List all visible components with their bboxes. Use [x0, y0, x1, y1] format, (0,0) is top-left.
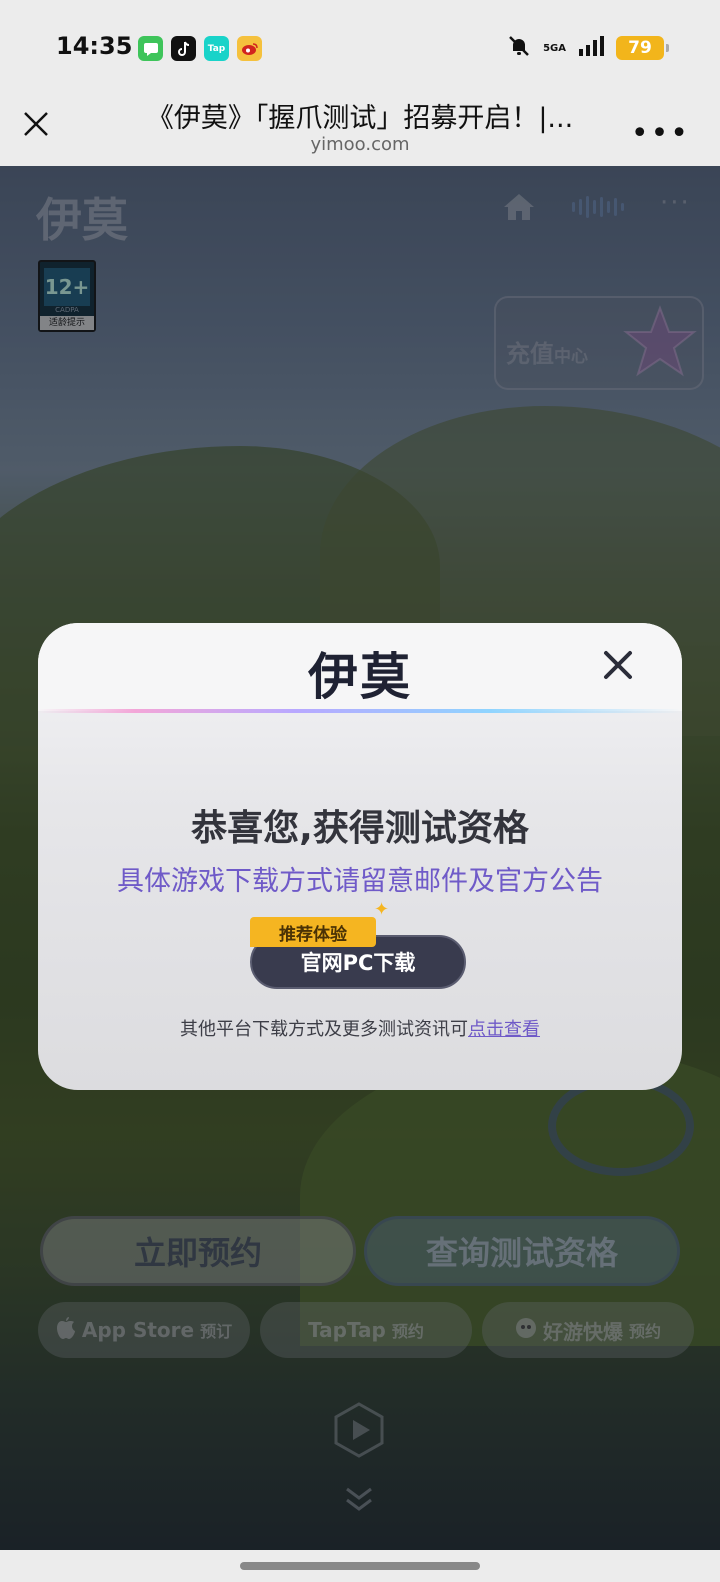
page-title: 《伊莫》「握爪测试」招募开启！|... [146, 103, 574, 134]
modal-close-icon[interactable] [602, 649, 634, 681]
battery-indicator: 79 [616, 36, 669, 60]
status-right: 5GA 79 [507, 34, 669, 62]
network-type: 5GA [543, 42, 566, 54]
notification-app-icons: Tap [138, 36, 262, 61]
browser-header: 《伊莫》「握爪测试」招募开启！|... yimoo.com ••• [0, 88, 720, 166]
home-indicator[interactable] [240, 1562, 480, 1570]
footer-text: 其他平台下载方式及更多测试资讯可 [180, 1019, 468, 1040]
modal-subtitle: 具体游戏下载方式请留意邮件及官方公告 [117, 866, 603, 897]
rainbow-divider [38, 709, 682, 713]
message-icon [138, 36, 163, 61]
status-bar: 14:35 Tap 5GA 79 [0, 0, 720, 88]
recommended-tag: 推荐体验 [250, 917, 376, 947]
taptap-icon: Tap [204, 36, 229, 61]
more-options-icon[interactable]: ••• [631, 116, 690, 151]
modal-title: 恭喜您,获得测试资格 [191, 808, 529, 849]
system-navigation-bar [0, 1550, 720, 1582]
mute-bell-icon [507, 34, 531, 62]
tiktok-icon [171, 36, 196, 61]
modal-footer: 其他平台下载方式及更多测试资讯可点击查看 [38, 1015, 682, 1041]
status-time: 14:35 [56, 32, 133, 60]
qualification-modal: 伊莫 恭喜您,获得测试资格 具体游戏下载方式请留意邮件及官方公告 ✦ 推荐体验 … [38, 623, 682, 1090]
modal-logo: 伊莫 [308, 647, 412, 706]
view-more-link[interactable]: 点击查看 [468, 1019, 540, 1040]
sparkle-icon: ✦ [374, 899, 390, 920]
page-url: yimoo.com [310, 134, 410, 155]
signal-icon [578, 35, 604, 61]
weibo-icon [237, 36, 262, 61]
